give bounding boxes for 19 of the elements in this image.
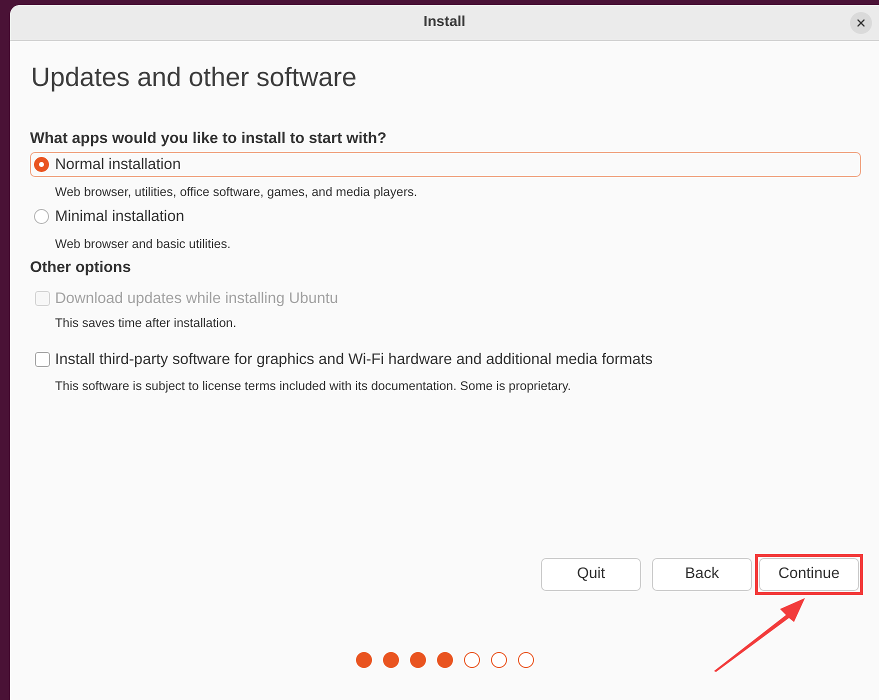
checkbox-label[interactable]: Install third-party software for graphics and Wi-Fi hardware and additional media formats xyxy=(55,350,653,368)
section-question: What apps would you like to install to start with? xyxy=(30,130,388,148)
close-button[interactable] xyxy=(850,12,872,34)
window-title: Install xyxy=(424,12,466,32)
dialog-button[interactable]: Back xyxy=(652,558,752,591)
radio-button[interactable] xyxy=(34,209,49,224)
dialog-button[interactable]: Continue xyxy=(759,558,859,591)
checkbox[interactable] xyxy=(35,352,50,367)
option-description: This saves time after installation. xyxy=(55,315,238,331)
option-description: This software is subject to license terms included with its documentation. Some is proprietary. xyxy=(55,378,572,394)
option-description: Web browser and basic utilities. xyxy=(55,236,232,252)
radio-button[interactable] xyxy=(34,157,49,172)
dialog-button[interactable]: Quit xyxy=(541,558,641,591)
option-label[interactable]: Normal installation xyxy=(55,156,181,174)
section-heading: Other options xyxy=(30,259,132,277)
page-heading: Updates and other software xyxy=(31,62,358,92)
option-label[interactable]: Minimal installation xyxy=(55,208,184,226)
option-description: Web browser, utilities, office software, games, and media players. xyxy=(55,184,418,200)
close-icon xyxy=(855,16,867,28)
